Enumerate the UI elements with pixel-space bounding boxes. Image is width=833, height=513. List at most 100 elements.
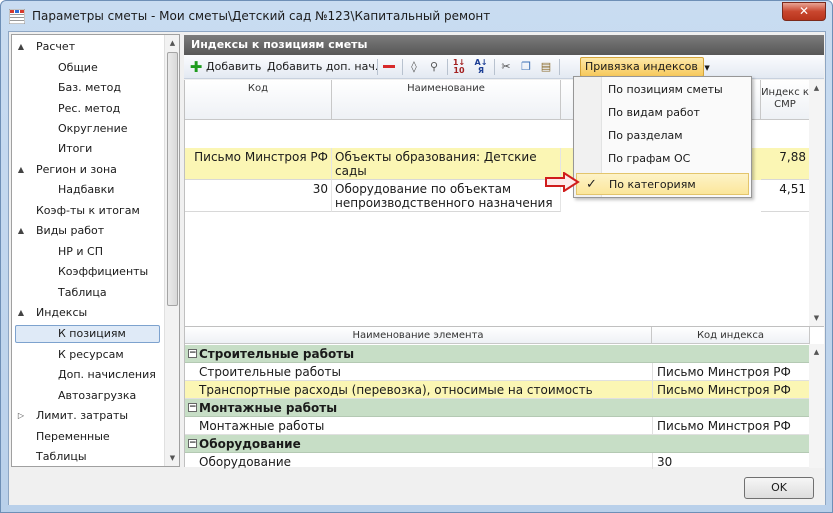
grid-scrollbar[interactable]: ▲ ▼ bbox=[809, 80, 824, 326]
menu-item-by-os-columns[interactable]: По графам ОС bbox=[576, 148, 749, 170]
tree-item-avtozagruzka[interactable]: Автозагрузка bbox=[58, 387, 136, 405]
grid-scrollbar[interactable]: ▲ bbox=[809, 344, 824, 468]
tree-collapse-icon[interactable]: ▲ bbox=[16, 304, 26, 322]
group-row[interactable]: − Строительные работы bbox=[185, 345, 810, 363]
collapse-icon[interactable]: − bbox=[188, 349, 197, 358]
tree-item-obshchie[interactable]: Общие bbox=[58, 59, 98, 77]
tree-item-tablica[interactable]: Таблица bbox=[58, 284, 107, 302]
find-icon[interactable]: ⚲ bbox=[426, 59, 442, 75]
column-header-name[interactable]: Наименование bbox=[332, 80, 561, 120]
tree-item-itogi[interactable]: Итоги bbox=[58, 140, 92, 158]
eraser-icon[interactable]: ◊ bbox=[406, 59, 422, 75]
cell-index-code: Письмо Минстроя РФ bbox=[652, 381, 810, 399]
client-area: ▲ Расчет Общие Баз. метод Рес. метод Окр… bbox=[8, 31, 826, 505]
menu-item-by-sections[interactable]: По разделам bbox=[576, 125, 749, 147]
title-bar: Параметры сметы - Мои сметы\Детский сад … bbox=[1, 1, 832, 31]
tree-item-k-resursam[interactable]: К ресурсам bbox=[58, 346, 124, 364]
cell-code: 30 bbox=[185, 180, 332, 212]
cell-smr: 7,88 bbox=[761, 148, 810, 180]
cell-element: Монтажные работы bbox=[199, 419, 325, 433]
cell-code: Письмо Минстроя РФ bbox=[185, 148, 332, 180]
add-button[interactable]: Добавить bbox=[206, 58, 261, 76]
index-binding-label: Привязка индексов bbox=[585, 60, 698, 73]
add-extra-button[interactable]: Добавить доп. нач. bbox=[267, 58, 378, 76]
scroll-up-icon[interactable]: ▲ bbox=[165, 35, 179, 51]
collapse-icon[interactable]: − bbox=[188, 439, 197, 448]
cell-name: Объекты образования: Детские сады bbox=[332, 148, 561, 180]
tree-item-label: Виды работ bbox=[36, 224, 105, 237]
menu-item-by-work-types[interactable]: По видам работ bbox=[576, 102, 749, 124]
checkmark-icon: ✓ bbox=[586, 177, 597, 192]
toolbar-separator bbox=[402, 59, 403, 75]
collapse-icon[interactable]: − bbox=[188, 403, 197, 412]
scroll-up-icon[interactable]: ▲ bbox=[809, 344, 824, 360]
tree-item-res-metod[interactable]: Рес. метод bbox=[58, 100, 120, 118]
tree-item-label: Лимит. затраты bbox=[36, 409, 129, 422]
paste-icon[interactable]: ▤ bbox=[538, 59, 554, 75]
column-header-code[interactable]: Код bbox=[185, 80, 332, 120]
table-row[interactable]: Строительные работы Письмо Минстроя РФ bbox=[185, 363, 810, 381]
tree-collapse-icon[interactable]: ▲ bbox=[16, 222, 26, 240]
sort-alpha-icon[interactable]: A↓ Я bbox=[473, 59, 489, 75]
scrollbar-thumb[interactable] bbox=[167, 52, 178, 306]
scroll-down-icon[interactable]: ▼ bbox=[165, 450, 179, 466]
toolbar-separator bbox=[447, 59, 448, 75]
column-header-smr[interactable]: Индекс к СМР bbox=[761, 80, 810, 120]
menu-item-by-categories[interactable]: ✓ По категориям bbox=[576, 173, 749, 195]
elements-grid: Наименование элемента Код индекса − Стро… bbox=[184, 326, 824, 471]
tree-item-dop-nachisleniya[interactable]: Доп. начисления bbox=[58, 366, 156, 384]
cell-name: Оборудование по объектам непроизводствен… bbox=[332, 180, 561, 212]
index-binding-menu: По позициям сметы По видам работ По разд… bbox=[573, 76, 752, 198]
tree-item-label: Регион и зона bbox=[36, 163, 117, 176]
group-row[interactable]: − Монтажные работы bbox=[185, 399, 810, 417]
ok-button[interactable]: OK bbox=[744, 477, 814, 499]
tree-expand-icon[interactable]: ▷ bbox=[16, 407, 26, 425]
window-title: Параметры сметы - Мои сметы\Детский сад … bbox=[32, 9, 491, 23]
scroll-down-icon[interactable]: ▼ bbox=[809, 310, 824, 326]
column-header-index-code[interactable]: Код индекса bbox=[652, 327, 810, 344]
copy-icon[interactable]: ❐ bbox=[518, 59, 534, 75]
dialog-footer: OK bbox=[9, 469, 825, 505]
tree-item-nr-sp[interactable]: НР и СП bbox=[58, 243, 103, 261]
scroll-up-icon[interactable]: ▲ bbox=[809, 80, 824, 96]
tree-item-baz-metod[interactable]: Баз. метод bbox=[58, 79, 121, 97]
tree-item-k-poziciyam[interactable]: К позициям bbox=[58, 325, 126, 343]
cell-index-code: Письмо Минстроя РФ bbox=[652, 363, 810, 381]
tree-item-koefficienty[interactable]: Коэффициенты bbox=[58, 263, 148, 281]
menu-item-by-positions[interactable]: По позициям сметы bbox=[576, 79, 749, 101]
panel-title: Индексы к позициям сметы bbox=[184, 35, 824, 55]
cut-icon[interactable]: ✂ bbox=[498, 59, 514, 75]
tree-collapse-icon[interactable]: ▲ bbox=[16, 38, 26, 56]
close-button[interactable]: ✕ bbox=[782, 2, 826, 21]
delete-icon[interactable] bbox=[381, 59, 397, 75]
group-label: Строительные работы bbox=[199, 347, 355, 361]
toolbar-separator bbox=[377, 59, 378, 75]
tree-item-nadbavki[interactable]: Надбавки bbox=[58, 181, 114, 199]
tree-scrollbar[interactable]: ▲ ▼ bbox=[164, 35, 179, 466]
sort-numeric-icon[interactable]: 1↓ 10 bbox=[451, 59, 467, 75]
column-header-element[interactable]: Наименование элемента bbox=[185, 327, 652, 344]
menu-item-label: По категориям bbox=[609, 178, 696, 191]
tree-item-tablicy[interactable]: Таблицы bbox=[36, 448, 87, 466]
table-row[interactable]: Транспортные расходы (перевозка), относи… bbox=[185, 381, 810, 399]
index-binding-dropdown[interactable]: Привязка индексов ▼ bbox=[580, 57, 710, 77]
tree-item-label: Индексы bbox=[36, 306, 88, 319]
table-row[interactable]: Монтажные работы Письмо Минстроя РФ bbox=[185, 417, 810, 435]
tree-item-peremennye[interactable]: Переменные bbox=[36, 428, 110, 446]
tree-collapse-icon[interactable]: ▲ bbox=[16, 161, 26, 179]
group-label: Оборудование bbox=[199, 437, 301, 451]
cell-element: Строительные работы bbox=[199, 365, 341, 379]
settings-tree: ▲ Расчет Общие Баз. метод Рес. метод Окр… bbox=[11, 34, 180, 467]
cell-smr: 4,51 bbox=[761, 180, 810, 212]
app-icon bbox=[9, 9, 25, 24]
group-label: Монтажные работы bbox=[199, 401, 338, 415]
plus-icon[interactable]: ✚ bbox=[188, 59, 204, 75]
tree-item-koef-itogi[interactable]: Коэф-ты к итогам bbox=[36, 202, 140, 220]
group-row[interactable]: − Оборудование bbox=[185, 435, 810, 453]
cell-element: Транспортные расходы (перевозка), относи… bbox=[199, 383, 593, 397]
cell-index-code: Письмо Минстроя РФ bbox=[652, 417, 810, 435]
toolbar-separator bbox=[559, 59, 560, 75]
tree-item-label: Расчет bbox=[36, 40, 76, 53]
toolbar-separator bbox=[494, 59, 495, 75]
tree-item-okruglenie[interactable]: Округление bbox=[58, 120, 127, 138]
